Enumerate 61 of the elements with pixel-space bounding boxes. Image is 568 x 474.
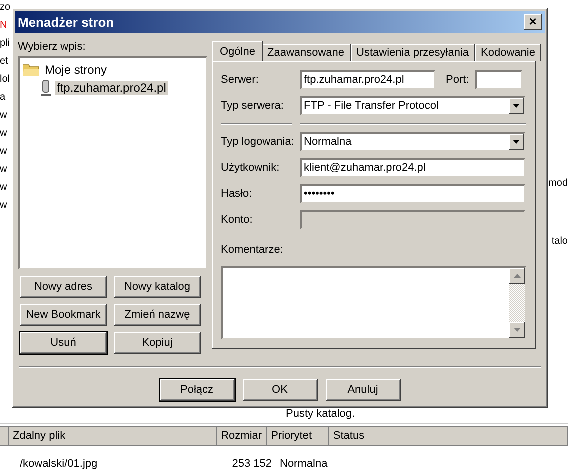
background-text: talo <box>552 236 568 248</box>
field-label: Konto: <box>221 214 254 226</box>
scroll-down-icon <box>514 328 520 332</box>
background-text: w <box>0 110 8 122</box>
column-header[interactable]: Priorytet <box>267 427 330 446</box>
logon-type-select[interactable]: Normalna <box>300 132 526 152</box>
server-type-select[interactable]: FTP - File Transfer Protocol <box>300 96 526 116</box>
column-header[interactable]: Status <box>329 427 568 446</box>
background-text: w <box>0 164 8 176</box>
close-button[interactable]: × <box>524 14 542 30</box>
background-text: w <box>0 182 8 194</box>
table-cell-text: 253 152 <box>231 458 273 472</box>
server-field[interactable]: ftp.zuhamar.pro24.pl <box>300 70 436 90</box>
column-header[interactable]: Rozmiar <box>217 427 268 446</box>
field-label: Komentarze: <box>221 244 284 256</box>
field-label: Serwer: <box>221 74 260 86</box>
select-entry-label: Wybierz wpis: <box>18 41 87 53</box>
scroll-up-icon <box>514 274 520 278</box>
tree-button[interactable]: Usuń <box>20 332 107 354</box>
tree-button[interactable]: Zmień nazwę <box>114 304 201 326</box>
tree-button[interactable]: Nowy katalog <box>114 276 201 298</box>
background-text: et <box>0 56 10 68</box>
dialog-button[interactable]: Anuluj <box>326 379 400 401</box>
tab[interactable]: Kodowanie <box>475 44 542 61</box>
column-header[interactable]: Zdalny plik <box>9 427 218 446</box>
port-field[interactable] <box>475 70 524 90</box>
background-text: zo <box>0 2 12 14</box>
background-text: w <box>0 200 8 212</box>
tab[interactable]: Ustawienia przesyłania <box>350 44 476 61</box>
table-cell-text: Normalna <box>279 458 329 472</box>
dropdown-arrow-icon <box>513 140 520 144</box>
background-text: lol <box>0 74 12 86</box>
password-field[interactable]: •••••••• <box>300 184 526 204</box>
tree-item[interactable]: Moje strony <box>43 63 110 77</box>
field-label: Użytkownik: <box>221 162 281 174</box>
status-text: Pusty katalog. <box>286 408 356 420</box>
background-text: w <box>0 146 8 158</box>
tab[interactable]: Zaawansowane <box>261 44 351 61</box>
background-text: a <box>0 92 7 104</box>
field-label: Typ logowania: <box>221 136 296 148</box>
server-icon <box>41 80 51 96</box>
background-text: mod <box>548 178 568 190</box>
dialog-button[interactable]: Połącz <box>160 379 234 401</box>
tree-button[interactable]: Nowy adres <box>20 276 107 298</box>
user-field[interactable]: klient@zuhamar.pro24.pl <box>300 158 526 178</box>
background-text: N <box>0 20 8 32</box>
background-text: pli <box>0 38 12 50</box>
tree-item[interactable]: ftp.zuhamar.pro24.pl <box>55 81 168 95</box>
folder-icon <box>23 64 39 76</box>
field-label: Port: <box>446 74 470 86</box>
field-label: Typ serwera: <box>221 100 285 112</box>
tree-button[interactable]: Kopiuj <box>114 332 201 354</box>
dropdown-arrow-icon <box>513 104 520 108</box>
background-text: w <box>0 128 8 140</box>
field-label: Hasło: <box>221 188 254 200</box>
dialog-button[interactable]: OK <box>242 379 318 401</box>
window-title: Menadżer stron <box>18 14 114 30</box>
tab[interactable]: Ogólne <box>212 41 264 61</box>
tree-button[interactable]: New Bookmark <box>20 304 107 326</box>
table-cell-text: /kowalski/01.jpg <box>19 458 99 472</box>
comments-field[interactable] <box>221 266 527 340</box>
